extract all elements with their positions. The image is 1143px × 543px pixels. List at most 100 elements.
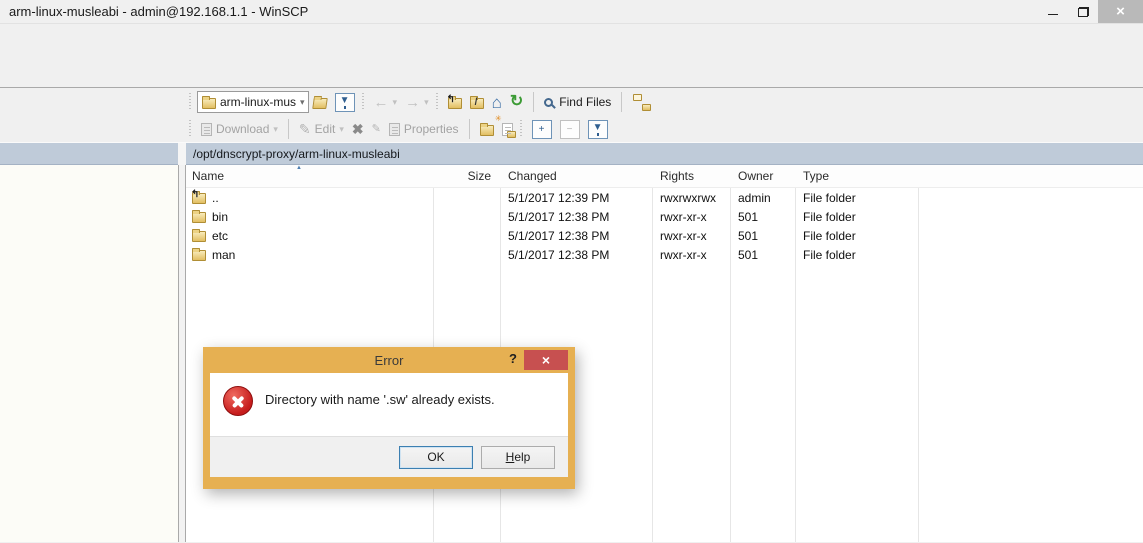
restore-icon (1078, 7, 1089, 17)
refresh-button[interactable]: ↻ (506, 92, 527, 112)
synchronize-browsing-icon (632, 94, 652, 111)
file-type: File folder (795, 188, 918, 207)
window-titlebar: arm-linux-musleabi - admin@192.168.1.1 -… (0, 0, 1143, 24)
find-files-button[interactable]: Find Files (540, 93, 615, 111)
session-combo[interactable]: arm-linux-mus ▾ (197, 91, 309, 113)
toolbar-separator (469, 119, 470, 139)
column-header-changed[interactable]: Changed (500, 165, 652, 187)
home-directory-button[interactable]: ⌂ (488, 92, 506, 113)
table-row[interactable]: ↰ .. 5/1/2017 12:39 PM rwxrwxrwx admin F… (186, 188, 1143, 207)
file-type: File folder (795, 226, 918, 245)
properties-icon (389, 123, 400, 136)
column-header-owner[interactable]: Owner (730, 165, 795, 187)
home-icon: ⌂ (492, 94, 502, 111)
file-rights: rwxr-xr-x (652, 207, 730, 226)
refresh-icon: ↻ (510, 94, 523, 110)
open-session-button[interactable] (309, 93, 331, 111)
error-dialog-titlebar: Error ? × (203, 347, 575, 373)
file-changed: 5/1/2017 12:39 PM (500, 188, 652, 207)
file-type: File folder (795, 207, 918, 226)
remote-path-bar[interactable]: /opt/dnscrypt-proxy/arm-linux-musleabi (186, 143, 1143, 165)
filter-button[interactable]: ▼ (331, 91, 359, 114)
delete-icon: ✖ (352, 122, 364, 136)
window-title: arm-linux-musleabi - admin@192.168.1.1 -… (0, 4, 1038, 19)
session-folder-icon (202, 98, 216, 109)
path-bar-gap (178, 143, 186, 165)
column-header-rights[interactable]: Rights (652, 165, 730, 187)
copy-remote-button[interactable] (498, 121, 517, 138)
table-row[interactable]: bin 5/1/2017 12:38 PM rwxr-xr-x 501 File… (186, 207, 1143, 226)
session-combo-label: arm-linux-mus (220, 95, 296, 109)
error-dialog-buttons: OK Help (210, 436, 568, 477)
ok-button[interactable]: OK (399, 446, 473, 469)
root-directory-button[interactable]: / (466, 93, 488, 111)
edit-button: ✎ Edit ▾ (295, 120, 348, 138)
open-folder-icon (312, 98, 328, 109)
copy-remote-icon (502, 123, 513, 136)
commands-toolbar: Download ▾ ✎ Edit ▾ ✖ ✎ Properties ✳ + (0, 116, 1143, 142)
download-button: Download ▾ (197, 120, 282, 138)
left-panel-path-strip[interactable] (0, 143, 178, 165)
left-panel (0, 165, 178, 542)
error-icon (223, 386, 253, 416)
table-row[interactable]: etc 5/1/2017 12:38 PM rwxr-xr-x 501 File… (186, 226, 1143, 245)
dialog-close-button[interactable]: × (524, 350, 568, 370)
panel-splitter[interactable] (178, 165, 186, 542)
unselect-minus-icon: − (560, 120, 580, 139)
toolbar-separator (533, 92, 534, 112)
back-history-chevron-icon: ▾ (393, 98, 398, 107)
dialog-help-button[interactable]: ? (509, 351, 517, 366)
column-header-name[interactable]: Name ▲ (186, 165, 433, 187)
toolbar-grip[interactable] (361, 93, 366, 111)
file-size (433, 245, 500, 264)
properties-button: Properties (385, 120, 463, 138)
error-dialog: Error ? × Directory with name '.sw' alre… (203, 347, 575, 489)
back-icon: ← (374, 95, 389, 110)
column-header-blank (918, 165, 1143, 187)
toolbar-grip[interactable] (435, 93, 440, 111)
forward-button: → ▾ (401, 93, 433, 112)
parent-folder-icon: ↰ (192, 193, 206, 204)
find-files-label: Find Files (559, 95, 611, 109)
file-rights: rwxr-xr-x (652, 245, 730, 264)
toolbar-grip[interactable] (519, 120, 524, 138)
file-name: man (212, 248, 235, 262)
file-owner: 501 (730, 207, 795, 226)
rename-button: ✎ (368, 122, 385, 137)
delete-button[interactable]: ✖ (348, 120, 368, 138)
synchronize-browsing-button[interactable] (628, 92, 656, 113)
file-owner: 501 (730, 245, 795, 264)
edit-icon: ✎ (299, 122, 311, 136)
file-changed: 5/1/2017 12:38 PM (500, 207, 652, 226)
search-icon (544, 98, 553, 107)
back-button: ← ▾ (370, 93, 402, 112)
error-dialog-body: Directory with name '.sw' already exists… (210, 373, 568, 436)
select-files-button[interactable]: + (528, 118, 556, 141)
window-controls: × (1038, 0, 1143, 23)
column-header-size[interactable]: Size (433, 165, 500, 187)
chevron-down-icon[interactable]: ▾ (300, 98, 305, 107)
table-row[interactable]: man 5/1/2017 12:38 PM rwxr-xr-x 501 File… (186, 245, 1143, 264)
root-directory-icon: / (470, 98, 484, 109)
filter-files-button[interactable]: ▼ (584, 118, 612, 141)
close-button[interactable]: × (1098, 0, 1143, 23)
new-folder-button[interactable]: ✳ (476, 120, 498, 138)
restore-button[interactable] (1068, 0, 1098, 23)
unselect-files-button: − (556, 118, 584, 141)
file-rights: rwxr-xr-x (652, 226, 730, 245)
new-folder-icon (480, 125, 494, 136)
error-dialog-title: Error (375, 353, 404, 368)
column-header-type[interactable]: Type (795, 165, 918, 187)
parent-directory-icon: ↰ (448, 98, 462, 109)
file-size (433, 207, 500, 226)
help-button[interactable]: Help (481, 446, 555, 469)
folder-icon (192, 250, 206, 261)
file-name: .. (212, 191, 219, 205)
toolbar-grip[interactable] (188, 93, 193, 111)
download-icon (201, 123, 212, 136)
edit-chevron-icon: ▾ (339, 125, 344, 134)
toolbar-grip[interactable] (188, 120, 193, 138)
parent-directory-button[interactable]: ↰ (444, 93, 466, 111)
minimize-button[interactable] (1038, 0, 1068, 23)
menu-strip-empty (0, 24, 1143, 88)
